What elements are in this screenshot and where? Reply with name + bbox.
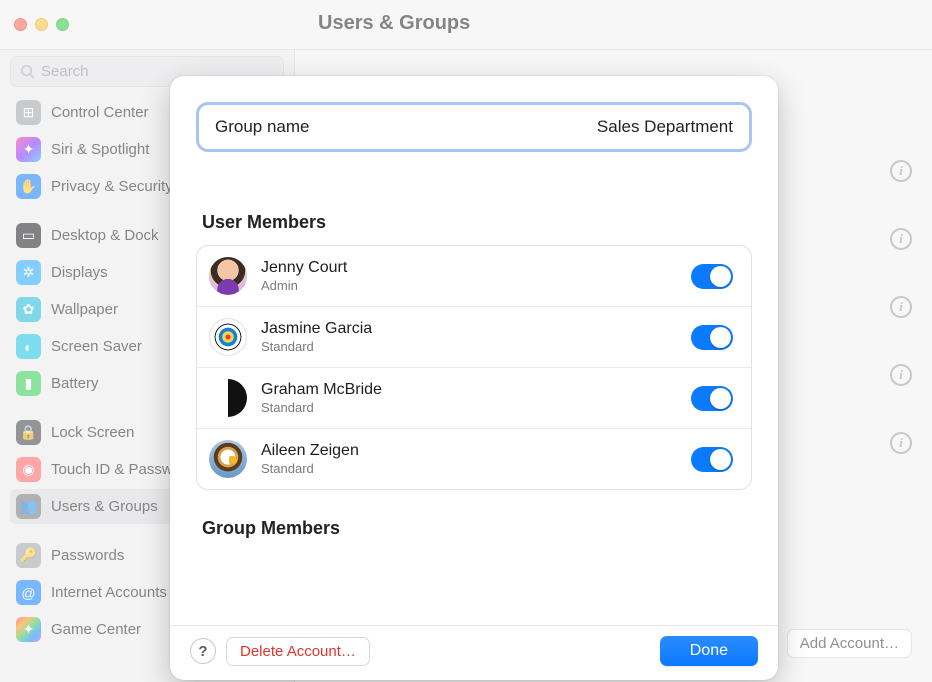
group-name-label: Group name	[215, 117, 310, 137]
member-name: Jenny Court	[261, 259, 677, 277]
avatar	[209, 440, 247, 478]
avatar	[209, 257, 247, 295]
member-row: Graham McBrideStandard	[197, 367, 751, 428]
member-row: Jenny CourtAdmin	[197, 246, 751, 306]
member-row: Aileen ZeigenStandard	[197, 428, 751, 489]
member-toggle[interactable]	[691, 325, 733, 350]
group-members-heading: Group Members	[202, 518, 752, 539]
group-name-input[interactable]	[448, 117, 733, 137]
sheet-footer: ? Delete Account… Done	[170, 625, 778, 680]
avatar	[209, 318, 247, 356]
member-toggle[interactable]	[691, 264, 733, 289]
group-edit-sheet: Group name User Members Jenny CourtAdmin…	[170, 76, 778, 680]
user-members-heading: User Members	[202, 212, 752, 233]
member-role: Standard	[261, 339, 677, 354]
delete-account-button[interactable]: Delete Account…	[226, 637, 370, 666]
member-toggle[interactable]	[691, 447, 733, 472]
group-name-field[interactable]: Group name	[196, 102, 752, 152]
member-role: Standard	[261, 400, 677, 415]
done-button[interactable]: Done	[660, 636, 758, 666]
member-role: Standard	[261, 461, 677, 476]
member-name: Aileen Zeigen	[261, 442, 677, 460]
user-members-list: Jenny CourtAdminJasmine GarciaStandardGr…	[196, 245, 752, 490]
help-button[interactable]: ?	[190, 638, 216, 664]
member-toggle[interactable]	[691, 386, 733, 411]
member-row: Jasmine GarciaStandard	[197, 306, 751, 367]
avatar	[209, 379, 247, 417]
member-role: Admin	[261, 278, 677, 293]
member-name: Jasmine Garcia	[261, 320, 677, 338]
member-name: Graham McBride	[261, 381, 677, 399]
